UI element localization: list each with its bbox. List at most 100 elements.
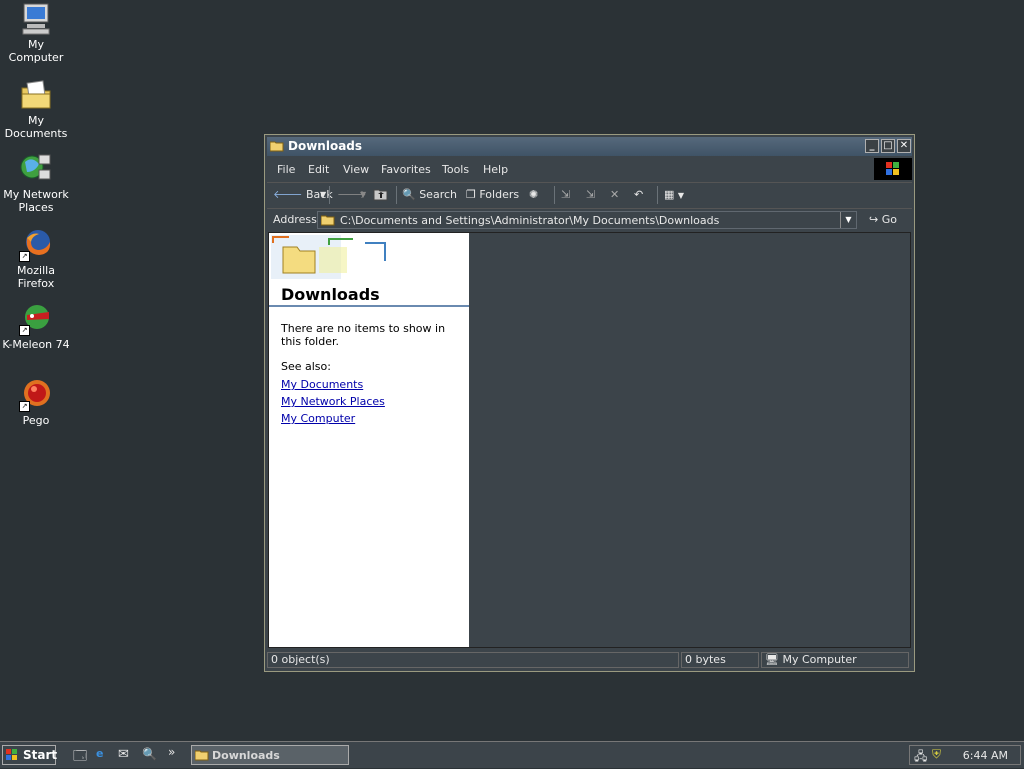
menu-view[interactable]: View: [343, 163, 369, 176]
desktop-icon-label: K-Meleon 74: [2, 338, 70, 351]
link-my-network-places[interactable]: My Network Places: [281, 395, 385, 408]
address-label: Address: [273, 213, 317, 226]
system-tray: 🖧 ⛨ 6:44 AM: [909, 745, 1021, 765]
link-my-computer[interactable]: My Computer: [281, 412, 355, 425]
status-size: 0 bytes: [681, 652, 759, 668]
folders-button[interactable]: ❐ Folders: [466, 187, 519, 203]
menu-tools[interactable]: Tools: [442, 163, 469, 176]
title-bar[interactable]: Downloads _ □ ✕: [267, 137, 912, 156]
status-bar: 0 object(s) 0 bytes 🖥 My Computer: [267, 651, 912, 669]
taskbar: Start 🗔 e ✉ 🔍 » Downloads 🖧 ⛨ 6:44 AM: [0, 741, 1024, 768]
tray-network-icon[interactable]: 🖧: [914, 747, 927, 768]
taskbar-button-label: Downloads: [212, 749, 280, 762]
desktop-icon-pego[interactable]: ↗ Pego: [0, 378, 72, 427]
go-label: Go: [881, 213, 897, 226]
quick-launch-chevron[interactable]: »: [168, 745, 175, 759]
history-icon: ✺: [529, 188, 539, 201]
toolbar-separator: [554, 186, 555, 204]
folder-icon: [269, 140, 284, 152]
close-button[interactable]: ✕: [897, 139, 911, 153]
up-folder-button[interactable]: [373, 187, 389, 203]
start-label: Start: [23, 748, 58, 762]
windows-logo-icon: [874, 158, 912, 180]
views-dropdown-icon: ▼: [677, 191, 685, 200]
desktop-icon-my-computer[interactable]: My Computer: [0, 2, 72, 64]
computer-icon: [19, 2, 53, 36]
desktop-icon-label: My Computer: [8, 38, 64, 64]
back-arrow-icon: 🡐: [273, 188, 303, 201]
pane-title: Downloads: [281, 285, 380, 304]
search-icon: 🔍: [402, 188, 416, 201]
shortcut-arrow-icon: ↗: [19, 251, 30, 262]
firefox-icon: ↗: [19, 228, 53, 262]
toolbar-separator: [329, 186, 330, 204]
see-also-label: See also:: [281, 360, 331, 373]
views-button[interactable]: ▦ ▼: [664, 187, 684, 203]
go-button[interactable]: ↪ Go: [869, 213, 897, 226]
delete-button[interactable]: ✕: [610, 187, 619, 203]
undo-button[interactable]: ↶: [634, 187, 643, 203]
address-folder-icon: [320, 214, 335, 229]
address-bar: Address C:\Documents and Settings\Admini…: [267, 208, 912, 231]
documents-folder-icon: [19, 78, 53, 112]
address-input[interactable]: C:\Documents and Settings\Administrator\…: [340, 214, 719, 227]
menu-help[interactable]: Help: [483, 163, 508, 176]
quick-launch-show-desktop[interactable]: 🗔: [73, 747, 87, 769]
pego-icon: ↗: [19, 378, 53, 412]
empty-folder-message: There are no items to show in this folde…: [281, 322, 446, 348]
menu-edit[interactable]: Edit: [308, 163, 329, 176]
network-icon: [19, 152, 53, 186]
shortcut-arrow-icon: ↗: [19, 325, 30, 336]
history-button[interactable]: ✺: [529, 187, 538, 203]
menu-favorites[interactable]: Favorites: [381, 163, 431, 176]
k-meleon-icon: ↗: [19, 302, 53, 336]
copy-to-button[interactable]: ⇲: [586, 187, 595, 203]
toolbar-separator: [657, 186, 658, 204]
link-my-documents[interactable]: My Documents: [281, 378, 363, 391]
search-button[interactable]: 🔍 Search: [402, 187, 457, 203]
address-field[interactable]: C:\Documents and Settings\Administrator\…: [317, 211, 857, 229]
toolbar: 🡐 Back ▼ 🡒 ▼ 🔍 Search ❐ Folders ✺ ⇲ ⇲ ✕ …: [267, 182, 912, 207]
quick-launch-search-icon[interactable]: 🔍: [142, 747, 157, 761]
status-object-count: 0 object(s): [267, 652, 679, 668]
toolbar-separator: [396, 186, 397, 204]
desktop-icon-k-meleon[interactable]: ↗ K-Meleon 74: [0, 302, 72, 351]
start-button[interactable]: Start: [2, 745, 58, 765]
tray-security-icon[interactable]: ⛨: [932, 747, 941, 762]
folders-icon: ❐: [466, 188, 476, 201]
desktop-icon-my-network-places[interactable]: My Network Places: [0, 152, 72, 214]
window-title: Downloads: [288, 139, 363, 153]
folder-icon: [194, 749, 209, 764]
desktop-icon-my-documents[interactable]: My Documents: [0, 78, 72, 140]
quick-launch-outlook-icon[interactable]: ✉: [118, 747, 129, 762]
menu-file[interactable]: File: [277, 163, 295, 176]
address-dropdown-button[interactable]: ▼: [840, 212, 856, 228]
desktop-icon-label: Pego: [22, 414, 50, 427]
views-icon: ▦: [664, 188, 675, 201]
maximize-button[interactable]: □: [881, 139, 895, 153]
clock[interactable]: 6:44 AM: [963, 749, 1008, 762]
explorer-window: Downloads _ □ ✕ File Edit View Favorites…: [264, 134, 915, 672]
folder-content-area[interactable]: Downloads There are no items to show in …: [268, 232, 911, 648]
pane-divider: [269, 305, 469, 307]
up-folder-icon: [373, 189, 388, 201]
move-to-button[interactable]: ⇲: [561, 187, 570, 203]
computer-small-icon: 🖥: [765, 653, 779, 666]
desktop-icon-mozilla-firefox[interactable]: ↗ Mozilla Firefox: [0, 228, 72, 290]
back-dropdown-button[interactable]: ▼: [320, 187, 326, 203]
desktop-icon-label: My Network Places: [3, 188, 69, 214]
windows-flag-icon: [6, 749, 18, 764]
search-label: Search: [419, 188, 457, 201]
desktop-icon-label: My Documents: [4, 114, 68, 140]
menu-bar: File Edit View Favorites Tools Help: [267, 158, 912, 180]
forward-dropdown-button[interactable]: ▼: [360, 187, 366, 203]
taskbar-button-downloads[interactable]: Downloads: [191, 745, 349, 765]
quick-launch-ie-icon[interactable]: e: [96, 747, 103, 760]
minimize-button[interactable]: _: [865, 139, 879, 153]
desktop-icon-label: Mozilla Firefox: [17, 264, 55, 290]
task-pane: Downloads There are no items to show in …: [269, 233, 469, 647]
status-zone-label: My Computer: [782, 653, 857, 666]
folders-label: Folders: [479, 188, 520, 201]
go-arrow-icon: ↪: [869, 213, 879, 226]
status-zone: 🖥 My Computer: [761, 652, 909, 668]
